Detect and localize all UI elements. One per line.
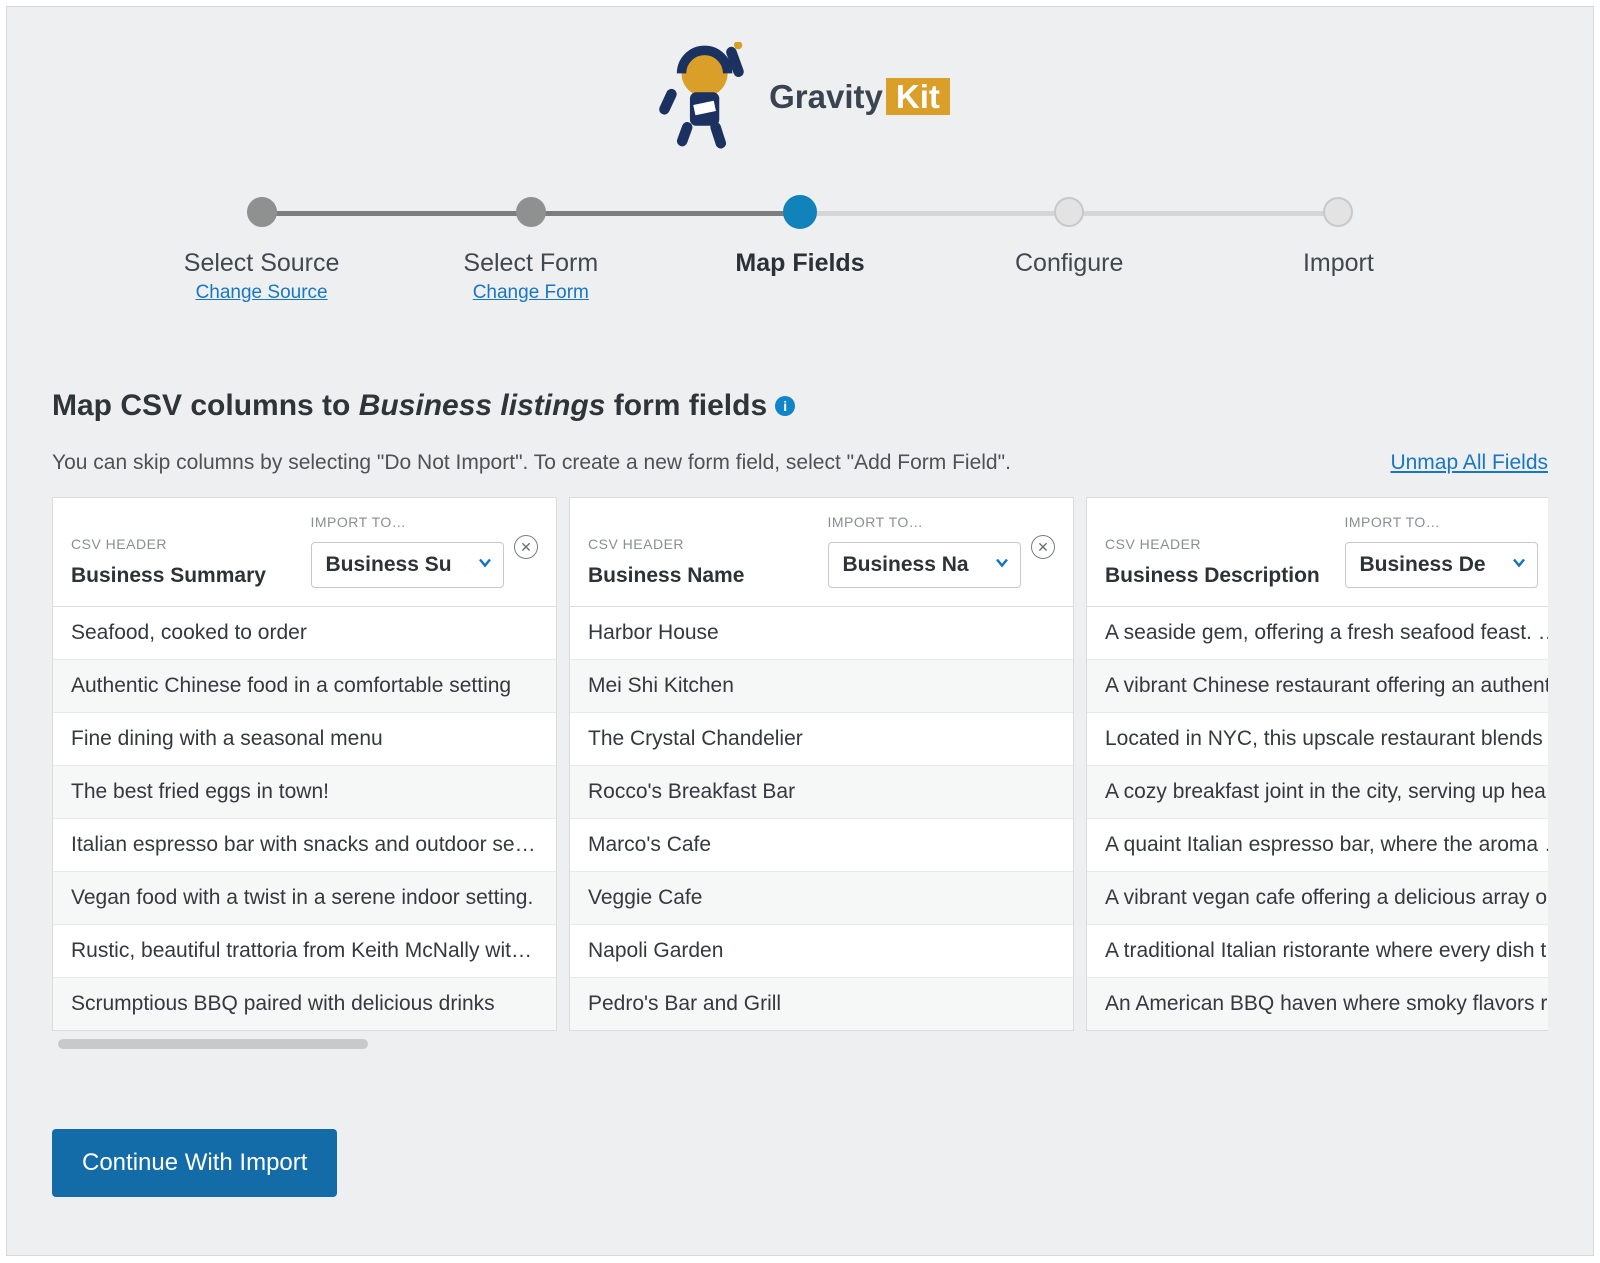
page-title: Map CSV columns to Business listings for… (52, 389, 1548, 423)
csv-header-block: CSV HEADER Business Description (1105, 536, 1333, 588)
clear-mapping-button[interactable]: ✕ (514, 535, 538, 559)
step-label: Select Form (463, 249, 598, 278)
csv-header-label: CSV HEADER (1105, 536, 1333, 552)
step-label: Configure (1015, 249, 1123, 278)
import-to-block: IMPORT TO… Business Na ✕ (828, 514, 1056, 588)
field-select-value: Business Na (843, 553, 969, 576)
instructions-text: You can skip columns by selecting "Do No… (52, 451, 1011, 475)
chevron-down-icon (477, 555, 493, 576)
chevron-down-icon (994, 555, 1010, 576)
title-form-name: Business listings (359, 389, 606, 422)
data-row: Fine dining with a seasonal menu (53, 713, 556, 766)
data-row: Veggie Cafe (570, 872, 1073, 925)
unmap-all-link[interactable]: Unmap All Fields (1390, 451, 1548, 475)
csv-header-label: CSV HEADER (71, 536, 299, 552)
mapping-grid: CSV HEADER Business Summary IMPORT TO… Busi… (52, 497, 1548, 1049)
title-pre: Map CSV columns to (52, 389, 359, 422)
import-to-block: IMPORT TO…Business De✕ (1345, 514, 1549, 588)
field-select[interactable]: Business Na (828, 542, 1022, 588)
continue-button[interactable]: Continue With Import (52, 1129, 337, 1197)
horizontal-scrollbar-thumb[interactable] (58, 1039, 368, 1049)
column-header: CSV HEADER Business Name IMPORT TO… Busines… (570, 498, 1073, 607)
data-row: The Crystal Chandelier (570, 713, 1073, 766)
step-map-fields: Map Fields (665, 197, 934, 278)
csv-header-block: CSV HEADER Business Summary (71, 536, 299, 588)
data-row: Rocco's Breakfast Bar (570, 766, 1073, 819)
data-row: Harbor House (570, 607, 1073, 660)
brand-kit: Kit (886, 78, 950, 115)
data-row: A traditional Italian ristorante where e… (1087, 925, 1548, 978)
wizard-stepper: Select Source Change Source Select Form … (127, 197, 1473, 304)
brand-text: GravityKit (769, 78, 950, 116)
data-row: An American BBQ haven where smoky flavor… (1087, 978, 1548, 1030)
data-row: A seaside gem, offering a fresh seafood … (1087, 607, 1548, 660)
clear-mapping-button[interactable]: ✕ (1031, 535, 1055, 559)
csv-header-value: Business Description (1105, 564, 1333, 588)
step-dot-icon (1054, 197, 1084, 227)
data-row: Pedro's Bar and Grill (570, 978, 1073, 1030)
brand-gravity: Gravity (769, 78, 883, 115)
field-select[interactable]: Business De (1345, 542, 1539, 588)
data-row: A quaint Italian espresso bar, where the… (1087, 819, 1548, 872)
info-icon[interactable]: i (775, 396, 795, 416)
field-select[interactable]: Business Su (311, 542, 505, 588)
column-header: CSV HEADER Business Description IMPORT TO…… (1087, 498, 1548, 607)
import-to-label: IMPORT TO… (311, 514, 505, 530)
mapping-column: CSV HEADER Business Description IMPORT TO…… (1086, 497, 1548, 1031)
mapping-column: CSV HEADER Business Summary IMPORT TO… Busi… (52, 497, 557, 1031)
field-select-value: Business De (1360, 553, 1486, 576)
data-row: Vegan food with a twist in a serene indo… (53, 872, 556, 925)
step-import: Import (1204, 197, 1473, 278)
data-row: Located in NYC, this upscale restaurant … (1087, 713, 1548, 766)
data-row: Marco's Cafe (570, 819, 1073, 872)
step-label: Select Source (184, 249, 340, 278)
import-to-block: IMPORT TO… Business Su ✕ (311, 514, 539, 588)
title-post: form fields (605, 389, 767, 422)
data-row: Napoli Garden (570, 925, 1073, 978)
step-dot-icon (247, 197, 277, 227)
astronaut-icon (650, 42, 755, 152)
csv-header-value: Business Name (588, 564, 816, 588)
step-dot-icon (1323, 197, 1353, 227)
data-row: A vibrant vegan cafe offering a deliciou… (1087, 872, 1548, 925)
step-label: Map Fields (735, 249, 864, 278)
data-row: Authentic Chinese food in a comfortable … (53, 660, 556, 713)
mapping-column: CSV HEADER Business Name IMPORT TO… Busines… (569, 497, 1074, 1031)
step-select-form: Select Form Change Form (396, 197, 665, 304)
csv-header-value: Business Summary (71, 564, 299, 588)
subhead-row: You can skip columns by selecting "Do No… (52, 451, 1548, 475)
step-dot-icon (783, 195, 817, 229)
data-row: Mei Shi Kitchen (570, 660, 1073, 713)
csv-header-label: CSV HEADER (588, 536, 816, 552)
gravitykit-logo: GravityKit (650, 42, 950, 152)
change-form-link[interactable]: Change Form (473, 282, 589, 304)
csv-header-block: CSV HEADER Business Name (588, 536, 816, 588)
data-row: A vibrant Chinese restaurant offering an… (1087, 660, 1548, 713)
data-row: Scrumptious BBQ paired with delicious dr… (53, 978, 556, 1030)
step-configure: Configure (935, 197, 1204, 278)
step-select-source: Select Source Change Source (127, 197, 396, 304)
import-wizard-frame: GravityKit Select Source Change Source S… (6, 6, 1594, 1256)
chevron-down-icon (1511, 555, 1527, 576)
data-row: The best fried eggs in town! (53, 766, 556, 819)
data-row: A cozy breakfast joint in the city, serv… (1087, 766, 1548, 819)
data-row: Rustic, beautiful trattoria from Keith M… (53, 925, 556, 978)
change-source-link[interactable]: Change Source (196, 282, 328, 304)
import-to-label: IMPORT TO… (828, 514, 1022, 530)
step-label: Import (1303, 249, 1374, 278)
data-row: Seafood, cooked to order (53, 607, 556, 660)
column-header: CSV HEADER Business Summary IMPORT TO… Busi… (53, 498, 556, 607)
logo-area: GravityKit (52, 42, 1548, 152)
step-dot-icon (516, 197, 546, 227)
data-row: Italian espresso bar with snacks and out… (53, 819, 556, 872)
import-to-label: IMPORT TO… (1345, 514, 1539, 530)
field-select-value: Business Su (326, 553, 452, 576)
